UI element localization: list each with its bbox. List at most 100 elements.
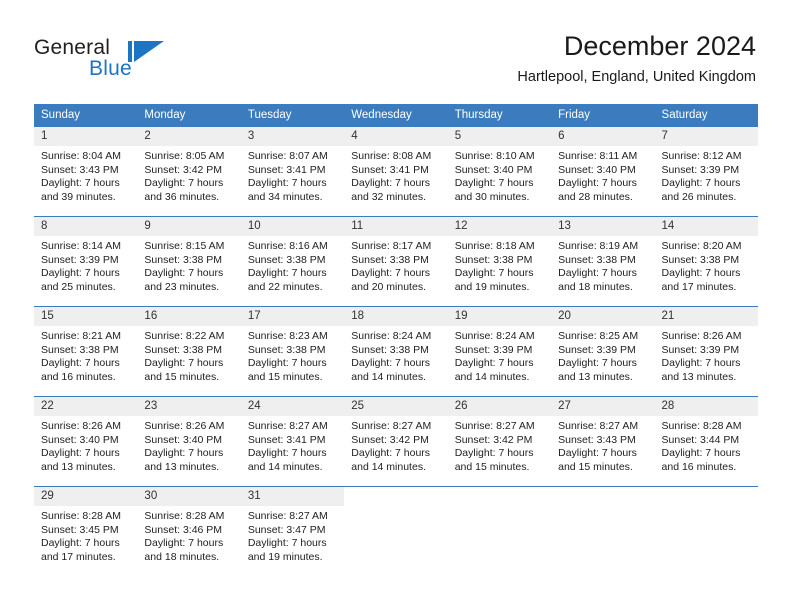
day-info: Sunrise: 8:10 AM Sunset: 3:40 PM Dayligh… — [448, 146, 551, 204]
day-cell[interactable]: 20 Sunrise: 8:25 AM Sunset: 3:39 PM Dayl… — [551, 306, 655, 397]
day-info: Sunrise: 8:26 AM Sunset: 3:39 PM Dayligh… — [655, 326, 758, 384]
day-cell[interactable]: 29 Sunrise: 8:28 AM Sunset: 3:45 PM Dayl… — [34, 486, 138, 577]
day-cell[interactable]: 26 Sunrise: 8:27 AM Sunset: 3:42 PM Dayl… — [447, 396, 552, 487]
daylight-text-line2: and 39 minutes. — [41, 190, 116, 203]
daylight-text-line1: Daylight: 7 hours — [144, 447, 224, 460]
sunrise-text: Sunrise: 8:21 AM — [41, 330, 121, 342]
daylight-text-line1: Daylight: 7 hours — [144, 177, 224, 190]
sunset-text: Sunset: 3:40 PM — [558, 163, 636, 176]
sunset-text: Sunset: 3:38 PM — [351, 343, 429, 356]
daylight-text-line2: and 19 minutes. — [247, 550, 323, 563]
daylight-text-line2: and 36 minutes. — [144, 190, 220, 203]
day-cell[interactable]: 15 Sunrise: 8:21 AM Sunset: 3:38 PM Dayl… — [34, 306, 138, 397]
weekday-header-row: Sunday Monday Tuesday Wednesday Thursday… — [34, 104, 758, 127]
day-cell[interactable]: 10 Sunrise: 8:16 AM Sunset: 3:38 PM Dayl… — [240, 216, 345, 307]
daylight-text-line2: and 14 minutes. — [454, 370, 530, 383]
daylight-text-line2: and 16 minutes. — [661, 460, 737, 473]
day-number: 2 — [137, 127, 241, 146]
brand-logo[interactable]: General Blue — [34, 36, 234, 88]
day-cell[interactable]: 21 Sunrise: 8:26 AM Sunset: 3:39 PM Dayl… — [654, 306, 758, 397]
daylight-text-line1: Daylight: 7 hours — [41, 537, 120, 550]
day-cell[interactable]: 11 Sunrise: 8:17 AM Sunset: 3:38 PM Dayl… — [344, 216, 448, 307]
sunset-text: Sunset: 3:43 PM — [41, 163, 119, 176]
sunrise-text: Sunrise: 8:24 AM — [351, 330, 432, 342]
calendar-table: Sunday Monday Tuesday Wednesday Thursday… — [34, 104, 758, 577]
daylight-text-line1: Daylight: 7 hours — [41, 357, 120, 370]
daylight-text-line1: Daylight: 7 hours — [454, 357, 534, 370]
sunrise-text: Sunrise: 8:27 AM — [351, 420, 432, 432]
day-number: 15 — [34, 307, 138, 326]
day-cell[interactable]: 22 Sunrise: 8:26 AM Sunset: 3:40 PM Dayl… — [34, 396, 138, 487]
day-cell[interactable]: 8 Sunrise: 8:14 AM Sunset: 3:39 PM Dayli… — [34, 216, 138, 307]
sunrise-text: Sunrise: 8:14 AM — [41, 240, 121, 252]
day-cell[interactable]: 5 Sunrise: 8:10 AM Sunset: 3:40 PM Dayli… — [447, 126, 552, 217]
day-number: 31 — [240, 487, 345, 506]
sunrise-text: Sunrise: 8:20 AM — [661, 240, 742, 252]
day-info: Sunrise: 8:20 AM Sunset: 3:38 PM Dayligh… — [655, 236, 758, 294]
day-number: 24 — [240, 397, 345, 416]
day-cell[interactable]: 24 Sunrise: 8:27 AM Sunset: 3:41 PM Dayl… — [240, 396, 345, 487]
daylight-text-line1: Daylight: 7 hours — [454, 447, 534, 460]
day-cell[interactable]: 12 Sunrise: 8:18 AM Sunset: 3:38 PM Dayl… — [447, 216, 552, 307]
day-info: Sunrise: 8:15 AM Sunset: 3:38 PM Dayligh… — [137, 236, 240, 294]
day-cell[interactable]: 3 Sunrise: 8:07 AM Sunset: 3:41 PM Dayli… — [240, 126, 345, 217]
calendar-week-row: 8 Sunrise: 8:14 AM Sunset: 3:39 PM Dayli… — [34, 216, 758, 307]
day-cell[interactable]: 25 Sunrise: 8:27 AM Sunset: 3:42 PM Dayl… — [344, 396, 448, 487]
day-info: Sunrise: 8:24 AM Sunset: 3:39 PM Dayligh… — [448, 326, 551, 384]
sunset-text: Sunset: 3:41 PM — [247, 163, 326, 176]
sunrise-text: Sunrise: 8:11 AM — [558, 150, 638, 162]
day-info: Sunrise: 8:08 AM Sunset: 3:41 PM Dayligh… — [344, 146, 447, 204]
day-cell[interactable]: 13 Sunrise: 8:19 AM Sunset: 3:38 PM Dayl… — [551, 216, 655, 307]
day-number: 30 — [137, 487, 241, 506]
day-info: Sunrise: 8:11 AM Sunset: 3:40 PM Dayligh… — [551, 146, 654, 204]
daylight-text-line2: and 17 minutes. — [41, 550, 116, 563]
day-info: Sunrise: 8:05 AM Sunset: 3:42 PM Dayligh… — [137, 146, 240, 204]
daylight-text-line1: Daylight: 7 hours — [661, 357, 741, 370]
sunrise-text: Sunrise: 8:10 AM — [454, 150, 535, 162]
day-cell[interactable]: 17 Sunrise: 8:23 AM Sunset: 3:38 PM Dayl… — [240, 306, 345, 397]
daylight-text-line1: Daylight: 7 hours — [247, 537, 327, 550]
sunrise-text: Sunrise: 8:12 AM — [661, 150, 742, 162]
sunset-text: Sunset: 3:38 PM — [247, 343, 326, 356]
sunset-text: Sunset: 3:40 PM — [41, 433, 119, 446]
daylight-text-line1: Daylight: 7 hours — [351, 447, 431, 460]
day-number: 19 — [447, 307, 552, 326]
calendar-week-row: 15 Sunrise: 8:21 AM Sunset: 3:38 PM Dayl… — [34, 306, 758, 397]
day-number — [654, 487, 758, 506]
day-cell[interactable]: 6 Sunrise: 8:11 AM Sunset: 3:40 PM Dayli… — [551, 126, 655, 217]
day-info: Sunrise: 8:27 AM Sunset: 3:42 PM Dayligh… — [344, 416, 447, 474]
day-cell[interactable]: 7 Sunrise: 8:12 AM Sunset: 3:39 PM Dayli… — [654, 126, 758, 217]
day-cell[interactable]: 4 Sunrise: 8:08 AM Sunset: 3:41 PM Dayli… — [344, 126, 448, 217]
day-cell[interactable]: 27 Sunrise: 8:27 AM Sunset: 3:43 PM Dayl… — [551, 396, 655, 487]
day-cell[interactable]: 19 Sunrise: 8:24 AM Sunset: 3:39 PM Dayl… — [447, 306, 552, 397]
sunrise-text: Sunrise: 8:26 AM — [661, 330, 742, 342]
daylight-text-line2: and 22 minutes. — [247, 280, 323, 293]
day-cell[interactable]: 9 Sunrise: 8:15 AM Sunset: 3:38 PM Dayli… — [137, 216, 241, 307]
day-cell[interactable]: 30 Sunrise: 8:28 AM Sunset: 3:46 PM Dayl… — [137, 486, 241, 577]
day-cell[interactable]: 23 Sunrise: 8:26 AM Sunset: 3:40 PM Dayl… — [137, 396, 241, 487]
weekday-header-wednesday: Wednesday — [344, 104, 448, 127]
day-cell[interactable]: 16 Sunrise: 8:22 AM Sunset: 3:38 PM Dayl… — [137, 306, 241, 397]
day-cell[interactable]: 2 Sunrise: 8:05 AM Sunset: 3:42 PM Dayli… — [137, 126, 241, 217]
day-number: 5 — [447, 127, 552, 146]
day-number: 9 — [137, 217, 241, 236]
day-cell[interactable]: 14 Sunrise: 8:20 AM Sunset: 3:38 PM Dayl… — [654, 216, 758, 307]
daylight-text-line1: Daylight: 7 hours — [351, 177, 431, 190]
day-number: 13 — [551, 217, 655, 236]
day-number: 27 — [551, 397, 655, 416]
daylight-text-line2: and 30 minutes. — [454, 190, 530, 203]
flag-triangle-shape — [134, 41, 164, 62]
day-number: 26 — [447, 397, 552, 416]
day-cell[interactable]: 28 Sunrise: 8:28 AM Sunset: 3:44 PM Dayl… — [654, 396, 758, 487]
daylight-text-line2: and 13 minutes. — [558, 370, 633, 383]
day-info: Sunrise: 8:27 AM Sunset: 3:47 PM Dayligh… — [241, 506, 344, 564]
day-info: Sunrise: 8:28 AM Sunset: 3:45 PM Dayligh… — [34, 506, 137, 564]
day-cell[interactable]: 18 Sunrise: 8:24 AM Sunset: 3:38 PM Dayl… — [344, 306, 448, 397]
daylight-text-line2: and 18 minutes. — [558, 280, 633, 293]
title-block: December 2024 Hartlepool, England, Unite… — [517, 30, 756, 86]
sunrise-text: Sunrise: 8:25 AM — [558, 330, 639, 342]
sunrise-text: Sunrise: 8:19 AM — [558, 240, 639, 252]
daylight-text-line2: and 14 minutes. — [351, 460, 426, 473]
day-cell[interactable]: 31 Sunrise: 8:27 AM Sunset: 3:47 PM Dayl… — [240, 486, 345, 577]
day-cell[interactable]: 1 Sunrise: 8:04 AM Sunset: 3:43 PM Dayli… — [34, 126, 138, 217]
